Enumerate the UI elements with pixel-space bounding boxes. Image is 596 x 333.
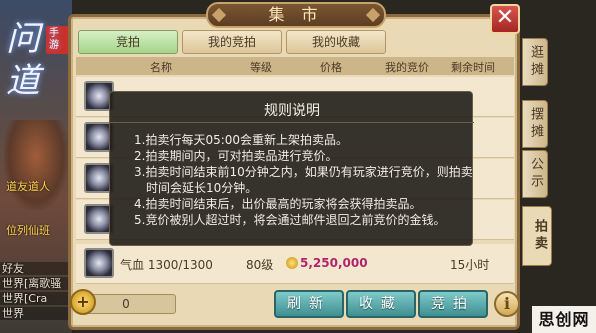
- window-title: 集 市: [206, 2, 386, 28]
- add-currency-button[interactable]: +: [70, 289, 96, 315]
- divider: [110, 122, 474, 123]
- rules-dialog-title: 规则说明: [264, 103, 320, 119]
- chat-friends[interactable]: 好友: [0, 262, 72, 275]
- game-logo-tag: 手游: [46, 26, 70, 54]
- header-name: 名称: [150, 61, 172, 74]
- table-header: 名称 等级 价格 我的竞价 剩余时间: [76, 57, 514, 75]
- header-price: 价格: [320, 61, 342, 74]
- bid-button[interactable]: 竞拍: [418, 290, 488, 318]
- header-time-left: 剩余时间: [451, 61, 495, 74]
- side-tab-browse[interactable]: 逛摊: [522, 38, 548, 86]
- item-time-left: 15小时: [450, 258, 490, 272]
- rule-line: 5.竞价被别人超过时，将会通过邮件退回之前竞价的金钱。: [134, 213, 446, 227]
- refresh-button[interactable]: 刷新: [274, 290, 344, 318]
- rule-line: 1.拍卖行每天05:00会重新上架拍卖品。: [134, 133, 349, 147]
- item-level: 80级: [246, 258, 274, 272]
- rules-body: 1.拍卖行每天05:00会重新上架拍卖品。 2.拍卖期间内，可对拍卖品进行竞价。…: [134, 132, 473, 228]
- info-icon: i: [503, 294, 511, 313]
- site-watermark: 思创网: [532, 306, 596, 333]
- item-price-value: 5,250,000: [300, 256, 368, 270]
- table-row[interactable]: 气血 1300/1300 80级 5,250,000 15小时: [76, 244, 514, 284]
- rule-line: 3.拍卖时间结束前10分钟之内，如果仍有玩家进行竞价，则拍卖: [134, 165, 473, 179]
- character-title-label: 道友道人: [6, 180, 50, 193]
- side-tab-stall[interactable]: 摆摊: [522, 100, 548, 148]
- game-logo-text: 问道: [6, 19, 40, 101]
- info-button[interactable]: i: [494, 291, 520, 317]
- tab-auction[interactable]: 竞拍: [78, 30, 178, 54]
- rule-line: 4.拍卖时间结束后，出价最高的玩家将会获得拍卖品。: [134, 197, 422, 211]
- coin-icon: [286, 257, 298, 269]
- tab-my-bids[interactable]: 我的竞拍: [182, 30, 282, 54]
- header-my-bid: 我的竞价: [385, 61, 429, 74]
- game-logo: 问道 手游: [6, 18, 70, 114]
- rule-line: 2.拍卖期间内，可对拍卖品进行竞价。: [134, 149, 338, 163]
- side-tab-auction[interactable]: 拍卖: [522, 206, 552, 266]
- close-icon: ✕: [495, 5, 515, 30]
- plus-icon: +: [76, 292, 90, 311]
- item-icon: [84, 248, 114, 278]
- tab-my-favorites[interactable]: 我的收藏: [286, 30, 386, 54]
- chat-line: 世界: [0, 307, 72, 320]
- chat-line: 世界[离歌骚: [0, 277, 72, 290]
- side-tab-notice[interactable]: 公示: [522, 150, 548, 198]
- chat-line: 世界[Cra: [0, 292, 72, 305]
- item-name: 气血 1300/1300: [120, 258, 213, 272]
- rules-dialog: 规则说明 1.拍卖行每天05:00会重新上架拍卖品。 2.拍卖期间内，可对拍卖品…: [109, 91, 474, 246]
- close-button[interactable]: ✕: [490, 4, 520, 34]
- favorite-button[interactable]: 收藏: [346, 290, 416, 318]
- character-rank-label: 位列仙班: [6, 224, 50, 237]
- player-character: [4, 120, 68, 210]
- rule-line: 时间会延长10分钟。: [146, 181, 258, 195]
- item-price: 5,250,000: [286, 256, 368, 270]
- header-level: 等级: [250, 61, 272, 74]
